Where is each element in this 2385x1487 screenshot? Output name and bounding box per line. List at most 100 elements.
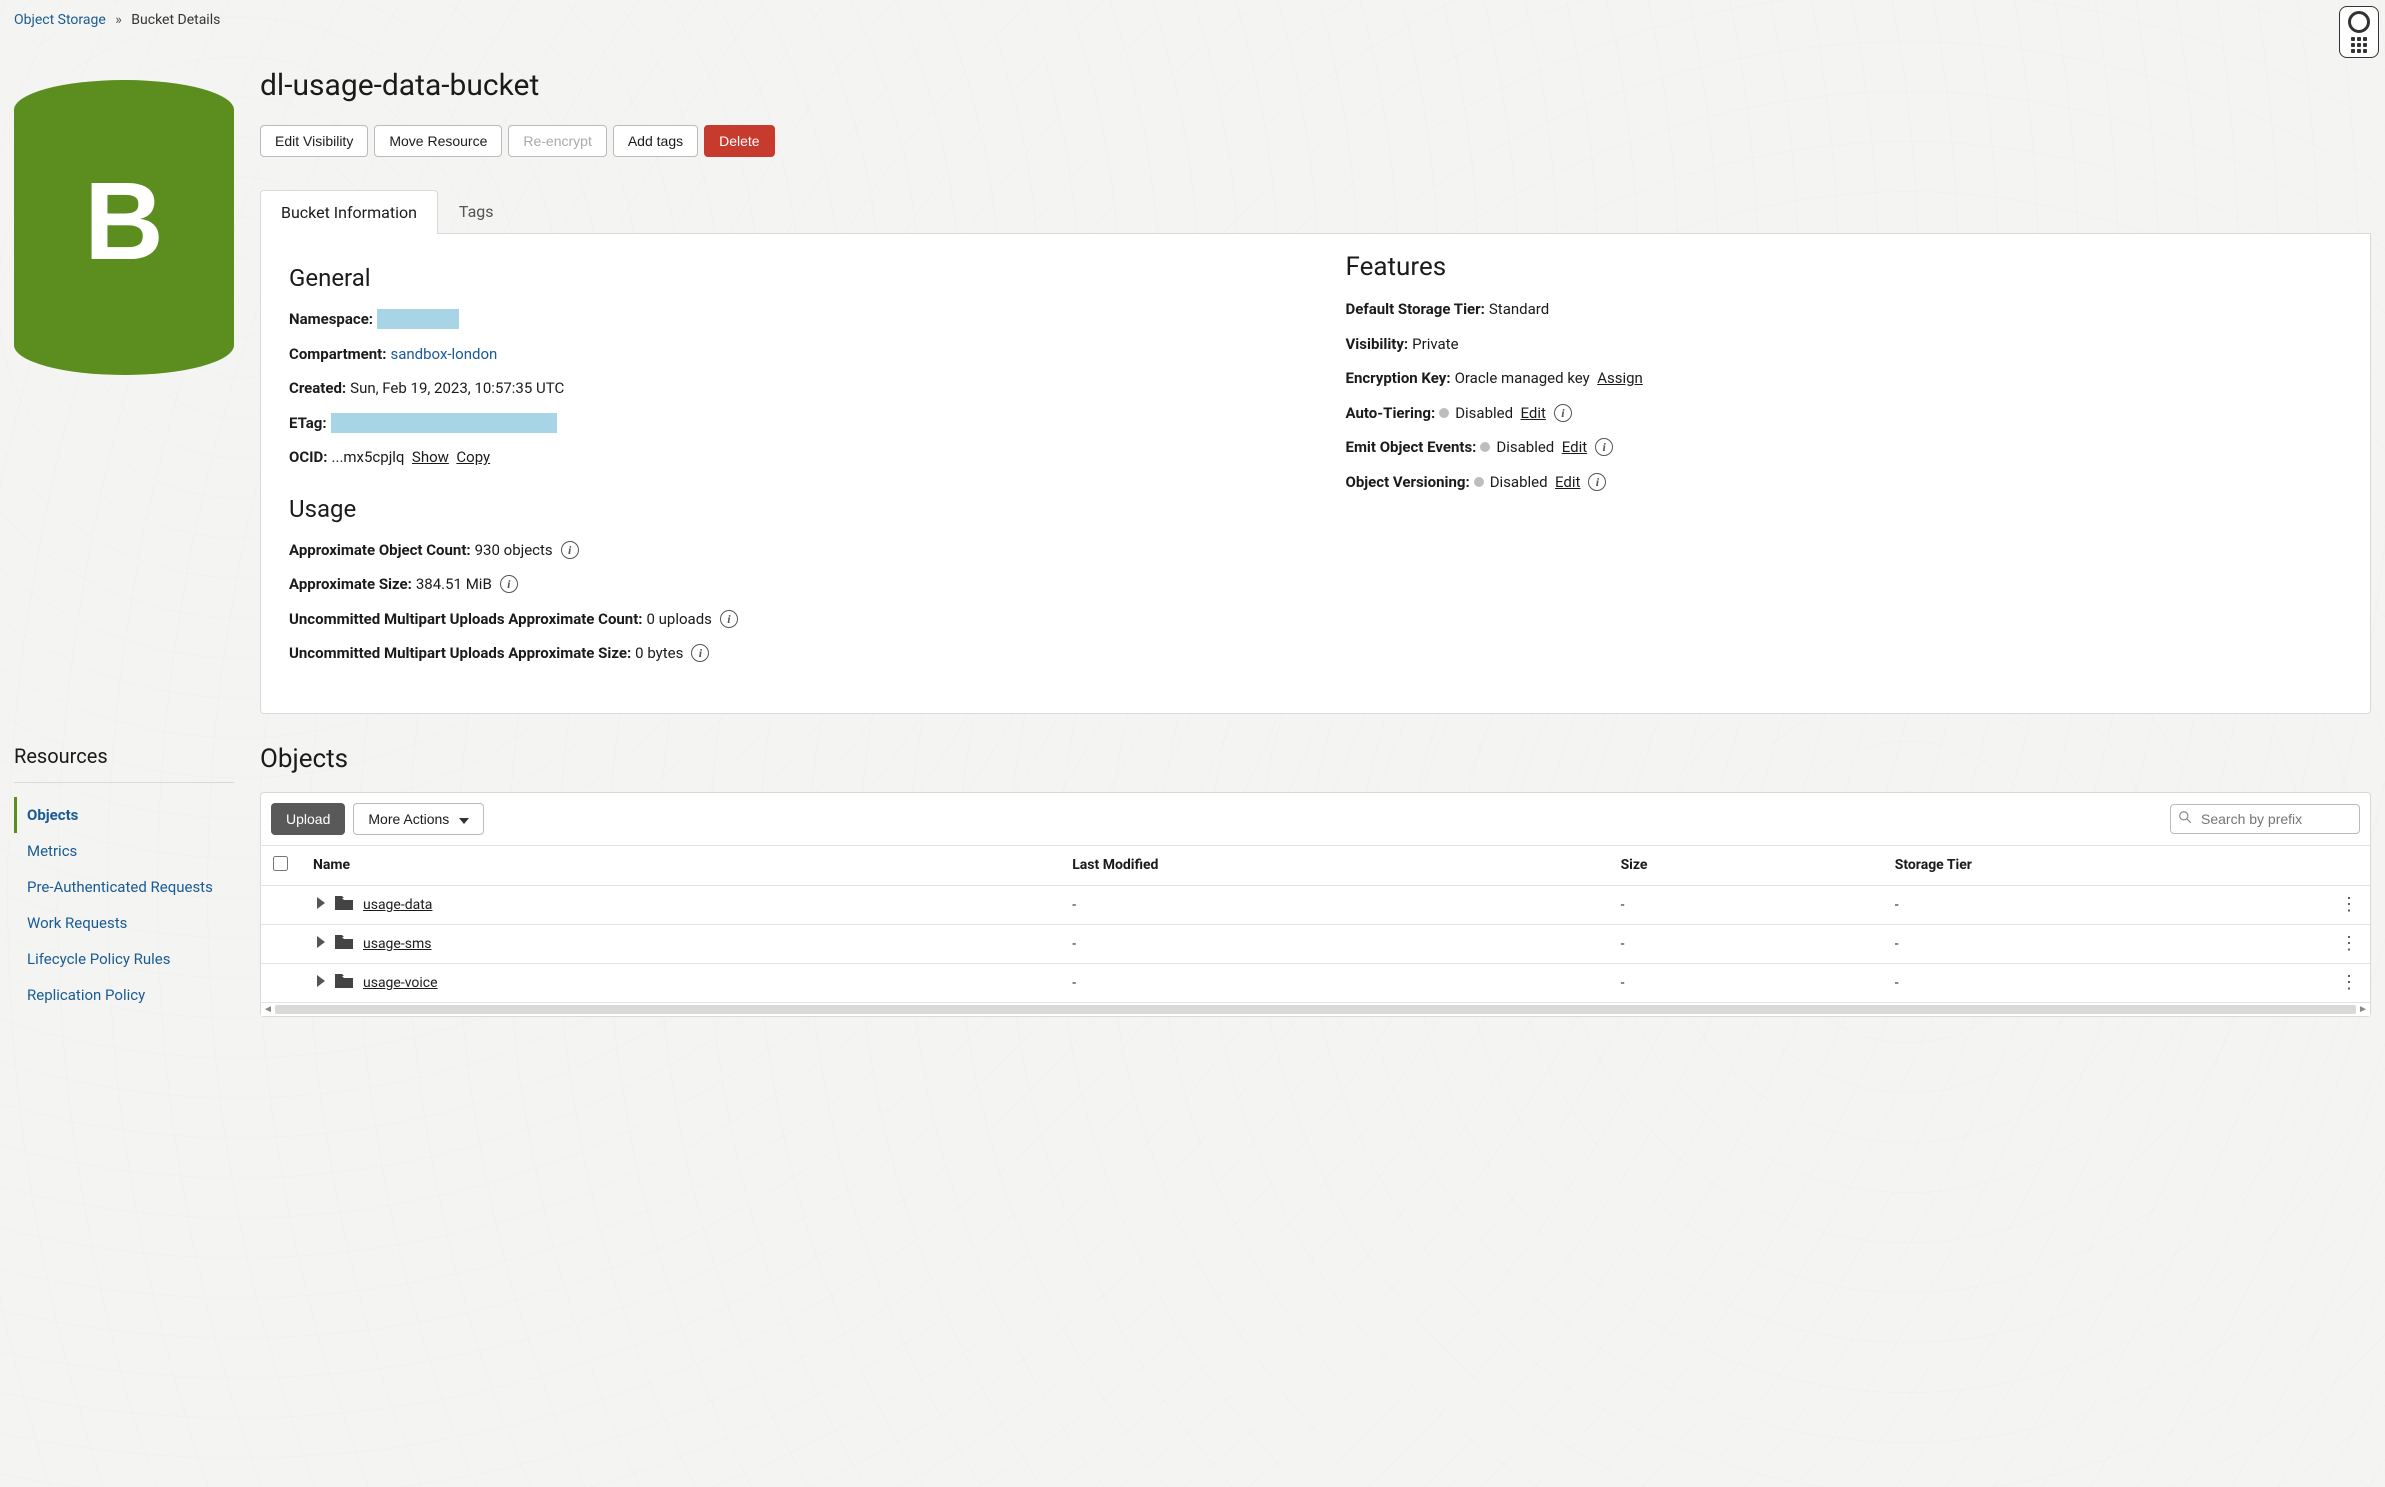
etag-label: ETag:	[289, 412, 327, 435]
versioning-value: Disabled	[1490, 471, 1548, 494]
edit-visibility-button[interactable]: Edit Visibility	[260, 125, 368, 157]
breadcrumb-root-link[interactable]: Object Storage	[14, 12, 106, 28]
help-widget[interactable]	[2339, 6, 2379, 58]
info-icon[interactable]: i	[1554, 404, 1572, 422]
resources-heading: Resources	[14, 744, 234, 768]
status-dot-disabled	[1439, 408, 1449, 418]
col-storage-tier-header[interactable]: Storage Tier	[1883, 845, 2328, 885]
encryption-label: Encryption Key:	[1346, 367, 1451, 390]
scroll-right-arrow[interactable]: ►	[2356, 1003, 2370, 1016]
auto-tiering-edit-link[interactable]: Edit	[1521, 402, 1546, 425]
select-all-checkbox[interactable]	[273, 856, 288, 871]
compartment-link[interactable]: sandbox-london	[390, 343, 497, 366]
more-actions-button[interactable]: More Actions	[353, 803, 484, 835]
tabs: Bucket Information Tags	[260, 189, 2371, 234]
versioning-edit-link[interactable]: Edit	[1555, 471, 1580, 494]
features-heading: Features	[1346, 252, 2343, 282]
folder-icon	[335, 896, 353, 914]
row-actions-menu[interactable]: ⋮	[2340, 894, 2358, 915]
table-row: usage-sms - - - ⋮	[261, 924, 2370, 963]
info-icon[interactable]: i	[1595, 438, 1613, 456]
versioning-label: Object Versioning:	[1346, 471, 1470, 494]
approx-size-row: Approximate Size: 384.51 MiB i	[289, 573, 1286, 596]
col-size-header[interactable]: Size	[1609, 845, 1883, 885]
info-icon[interactable]: i	[691, 644, 709, 662]
created-label: Created:	[289, 377, 346, 400]
created-value: Sun, Feb 19, 2023, 10:57:35 UTC	[350, 377, 564, 400]
resource-item-objects[interactable]: Objects	[14, 797, 234, 833]
size-cell: -	[1609, 885, 1883, 924]
namespace-value-redacted	[377, 309, 459, 329]
breadcrumb-current: Bucket Details	[131, 12, 220, 28]
info-icon[interactable]: i	[720, 610, 738, 628]
ocid-value: ...mx5cpjlq	[332, 446, 405, 469]
upload-button[interactable]: Upload	[271, 803, 345, 835]
size-cell: -	[1609, 924, 1883, 963]
re-encrypt-button: Re-encrypt	[508, 125, 606, 157]
namespace-label: Namespace:	[289, 308, 373, 331]
delete-button[interactable]: Delete	[704, 125, 774, 157]
move-resource-button[interactable]: Move Resource	[374, 125, 502, 157]
resource-link[interactable]: Lifecycle Policy Rules	[27, 950, 171, 968]
object-name-link[interactable]: usage-voice	[363, 975, 438, 991]
resource-item-replication[interactable]: Replication Policy	[14, 977, 234, 1013]
namespace-row: Namespace:	[289, 308, 1286, 331]
horizontal-scrollbar[interactable]: ◄ ►	[261, 1002, 2370, 1016]
object-name-link[interactable]: usage-sms	[363, 936, 431, 952]
resource-item-work-requests[interactable]: Work Requests	[14, 905, 234, 941]
info-icon[interactable]: i	[561, 541, 579, 559]
emit-events-row: Emit Object Events: Disabled Edit i	[1346, 436, 2343, 459]
last-modified-cell: -	[1060, 924, 1608, 963]
chevron-right-icon[interactable]	[317, 975, 325, 991]
folder-icon	[335, 974, 353, 992]
resource-item-pre-auth[interactable]: Pre-Authenticated Requests	[14, 869, 234, 905]
resource-link[interactable]: Replication Policy	[27, 986, 145, 1004]
emit-events-edit-link[interactable]: Edit	[1562, 436, 1587, 459]
resource-link[interactable]: Metrics	[27, 842, 77, 860]
scroll-left-arrow[interactable]: ◄	[261, 1003, 275, 1016]
col-name-header[interactable]: Name	[301, 845, 1060, 885]
mpu-count-label: Uncommitted Multipart Uploads Approximat…	[289, 608, 643, 631]
page-title: dl-usage-data-bucket	[260, 68, 2371, 103]
approx-size-label: Approximate Size:	[289, 573, 412, 596]
bucket-glyph: B	[14, 80, 234, 375]
visibility-value: Private	[1412, 333, 1458, 356]
row-actions-menu[interactable]: ⋮	[2340, 972, 2358, 993]
objects-table: Name Last Modified Size Storage Tier us	[261, 845, 2370, 1002]
resource-item-metrics[interactable]: Metrics	[14, 833, 234, 869]
status-dot-disabled	[1480, 442, 1490, 452]
object-name-link[interactable]: usage-data	[363, 897, 432, 913]
col-last-modified-header[interactable]: Last Modified	[1060, 845, 1608, 885]
resource-link[interactable]: Work Requests	[27, 914, 127, 932]
add-tags-button[interactable]: Add tags	[613, 125, 698, 157]
search-input[interactable]	[2170, 804, 2360, 834]
compartment-row: Compartment: sandbox-london	[289, 343, 1286, 366]
ocid-copy-link[interactable]: Copy	[456, 446, 490, 469]
info-icon[interactable]: i	[500, 575, 518, 593]
compartment-label: Compartment:	[289, 343, 386, 366]
mpu-size-value: 0 bytes	[635, 642, 683, 665]
breadcrumb: Object Storage » Bucket Details	[0, 0, 2385, 40]
apps-grid-icon	[2351, 37, 2367, 53]
tab-tags[interactable]: Tags	[438, 189, 515, 233]
resource-item-lifecycle[interactable]: Lifecycle Policy Rules	[14, 941, 234, 977]
status-dot-disabled	[1474, 477, 1484, 487]
row-actions-menu[interactable]: ⋮	[2340, 933, 2358, 954]
ocid-show-link[interactable]: Show	[412, 446, 449, 469]
chevron-right-icon[interactable]	[317, 897, 325, 913]
resource-link[interactable]: Pre-Authenticated Requests	[27, 878, 213, 896]
obj-count-value: 930 objects	[475, 539, 553, 562]
ocid-row: OCID: ...mx5cpjlq Show Copy	[289, 446, 1286, 469]
last-modified-cell: -	[1060, 885, 1608, 924]
encryption-assign-link[interactable]: Assign	[1597, 367, 1643, 390]
chevron-right-icon[interactable]	[317, 936, 325, 952]
action-row: Edit Visibility Move Resource Re-encrypt…	[260, 125, 2371, 157]
objects-panel: Upload More Actions	[260, 792, 2371, 1017]
table-row: usage-data - - - ⋮	[261, 885, 2370, 924]
size-cell: -	[1609, 963, 1883, 1002]
resource-link[interactable]: Objects	[27, 806, 78, 824]
info-icon[interactable]: i	[1588, 473, 1606, 491]
more-actions-label: More Actions	[368, 811, 449, 827]
tab-bucket-information[interactable]: Bucket Information	[260, 190, 438, 234]
general-heading: General	[289, 264, 1286, 292]
